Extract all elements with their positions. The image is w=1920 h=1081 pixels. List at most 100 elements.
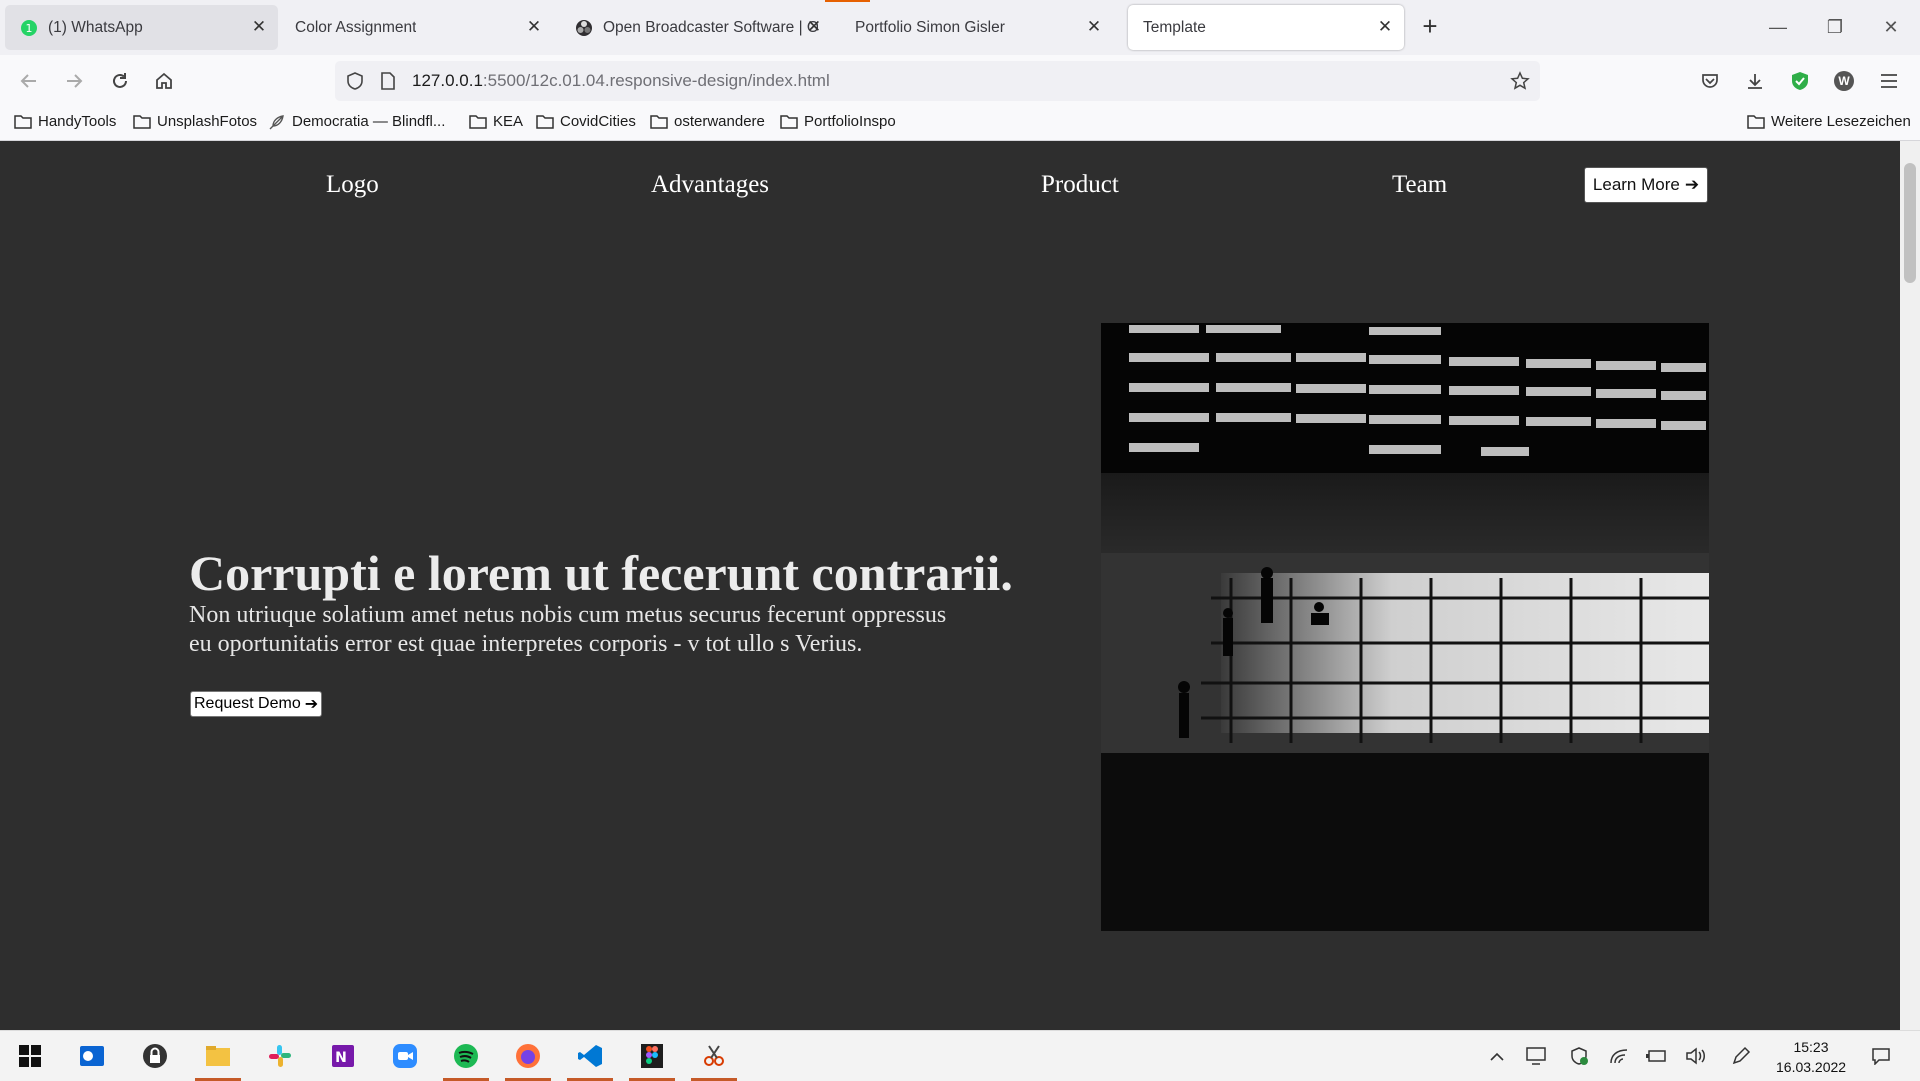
bookmark-label: Democratia — Blindfl... [292,113,446,130]
arrow-right-icon [67,74,83,88]
bookmark-label: CovidCities [560,113,636,130]
pocket-button[interactable] [1696,67,1724,95]
back-button[interactable] [15,67,43,95]
taskbar-clock[interactable]: 15:23 16.03.2022 [1776,1037,1846,1077]
start-button[interactable] [5,1036,55,1076]
clock-time: 15:23 [1793,1039,1829,1055]
tray-defender[interactable] [1568,1045,1590,1067]
firefox-icon [516,1044,540,1068]
tray-pen[interactable] [1730,1045,1752,1067]
hero-title: Corrupti e lorem ut fecerunt contrarii. [189,545,1013,601]
bookmark-label: PortfolioInspo [804,113,896,130]
nav-product-link[interactable]: Product [1041,171,1119,199]
tab-title: (1) WhatsApp [48,18,143,36]
taskbar-slack[interactable] [255,1036,305,1076]
other-bookmarks-folder[interactable]: Weitere Lesezeichen [1747,113,1911,130]
tab-portfolio[interactable]: Portfolio Simon Gisler ✕ [840,5,1113,50]
minimize-button[interactable]: — [1763,12,1793,42]
arrow-left-icon [20,74,36,88]
monitor-icon [1526,1047,1546,1065]
reload-button[interactable] [106,67,134,95]
hero-body: Non utriuque solatium amet netus nobis c… [189,602,947,657]
close-icon[interactable]: ✕ [805,18,823,36]
nav-logo-link[interactable]: Logo [326,171,379,199]
tab-title: Template [1143,18,1206,36]
shield-icon[interactable] [345,71,365,91]
url-path: :5500/12c.01.04.responsive-design/index.… [482,71,830,90]
bookmark-folder[interactable]: HandyTools [14,113,116,130]
close-icon[interactable]: ✕ [1376,18,1394,36]
bookmark-folder[interactable]: PortfolioInspo [780,113,896,130]
close-icon[interactable]: ✕ [250,18,268,36]
windows-taskbar: N 15:23 16.03.2022 [0,1030,1920,1081]
page-scrollbar[interactable] [1900,141,1920,1030]
green-shield-icon [1792,72,1808,90]
download-icon [1748,74,1762,89]
profile-button[interactable]: W [1830,67,1858,95]
folder-icon [469,114,487,129]
tab-color-assignment[interactable]: Color Assignment ✕ [280,5,553,50]
taskbar-vscode[interactable] [565,1036,615,1081]
page-icon[interactable] [379,71,397,91]
bookmarks-toolbar: HandyTools UnsplashFotos Democratia — Bl… [0,107,1920,141]
notification-icon [1872,1048,1890,1065]
extension-shield-button[interactable] [1786,67,1814,95]
taskbar-zoom[interactable] [380,1036,430,1076]
tray-wifi[interactable] [1608,1045,1630,1067]
taskbar-snipping-tool[interactable] [689,1036,739,1081]
show-hidden-icons-button[interactable] [1486,1045,1508,1067]
taskbar-onenote[interactable]: N [318,1036,368,1076]
tab-whatsapp[interactable]: 1 (1) WhatsApp ✕ [5,5,278,50]
close-icon[interactable]: ✕ [1085,18,1103,36]
hamburger-menu-icon [1881,74,1897,88]
bookmark-folder[interactable]: osterwandere [650,113,765,130]
bookmark-label: UnsplashFotos [157,113,258,130]
new-tab-button[interactable]: + [1416,13,1444,41]
obs-icon [576,19,592,36]
vscode-icon [578,1045,602,1067]
bookmark-folder[interactable]: UnsplashFotos [133,113,257,130]
restore-button[interactable]: ❐ [1820,12,1850,42]
hero-image [1101,323,1709,931]
tray-battery[interactable] [1645,1045,1667,1067]
learn-more-button[interactable]: Learn More ➔ [1584,167,1708,203]
nav-advantages-link[interactable]: Advantages [651,171,769,199]
bookmark-folder[interactable]: CovidCities [536,113,636,130]
scrollbar-thumb[interactable] [1904,163,1916,283]
tab-obs[interactable]: Open Broadcaster Software | OBS ✕ [560,5,833,50]
taskbar-figma[interactable] [627,1036,677,1081]
url-bar[interactable]: 127.0.0.1:5500/12c.01.04.responsive-desi… [335,61,1540,101]
svg-text:1: 1 [26,22,33,35]
taskbar-lock-app[interactable] [130,1036,180,1076]
figma-icon [641,1044,663,1068]
close-icon[interactable]: ✕ [525,18,543,36]
chevron-up-icon [1490,1052,1504,1061]
star-icon[interactable] [1510,71,1530,91]
tab-template[interactable]: Template ✕ [1128,5,1404,50]
page-viewport: Logo Advantages Product Team Learn More … [0,141,1900,1030]
windows-start-icon [19,1045,41,1067]
menu-button[interactable] [1875,67,1903,95]
bookmark-folder[interactable]: KEA [469,113,523,130]
svg-text:N: N [335,1050,347,1066]
url-text[interactable]: 127.0.0.1:5500/12c.01.04.responsive-desi… [412,71,830,91]
taskbar-file-explorer[interactable] [193,1036,243,1081]
file-explorer-icon [206,1046,230,1066]
tray-volume[interactable] [1685,1045,1707,1067]
whatsapp-icon: 1 [21,19,37,36]
notification-center-button[interactable] [1870,1045,1892,1067]
taskbar-spotify[interactable] [441,1036,491,1081]
snipping-tool-icon [704,1045,724,1066]
folder-icon [780,114,798,129]
bookmark-link[interactable]: Democratia — Blindfl... [268,113,445,130]
taskbar-firefox[interactable] [503,1036,553,1081]
close-window-button[interactable]: ✕ [1876,12,1906,42]
speaker-icon [1686,1047,1705,1065]
nav-team-link[interactable]: Team [1392,171,1447,199]
request-demo-button[interactable]: Request Demo ➔ [190,691,323,717]
home-button[interactable] [150,67,178,95]
downloads-button[interactable] [1741,67,1769,95]
taskbar-outlook[interactable] [67,1036,117,1076]
forward-button[interactable] [60,67,88,95]
tray-remote-desktop[interactable] [1525,1045,1547,1067]
